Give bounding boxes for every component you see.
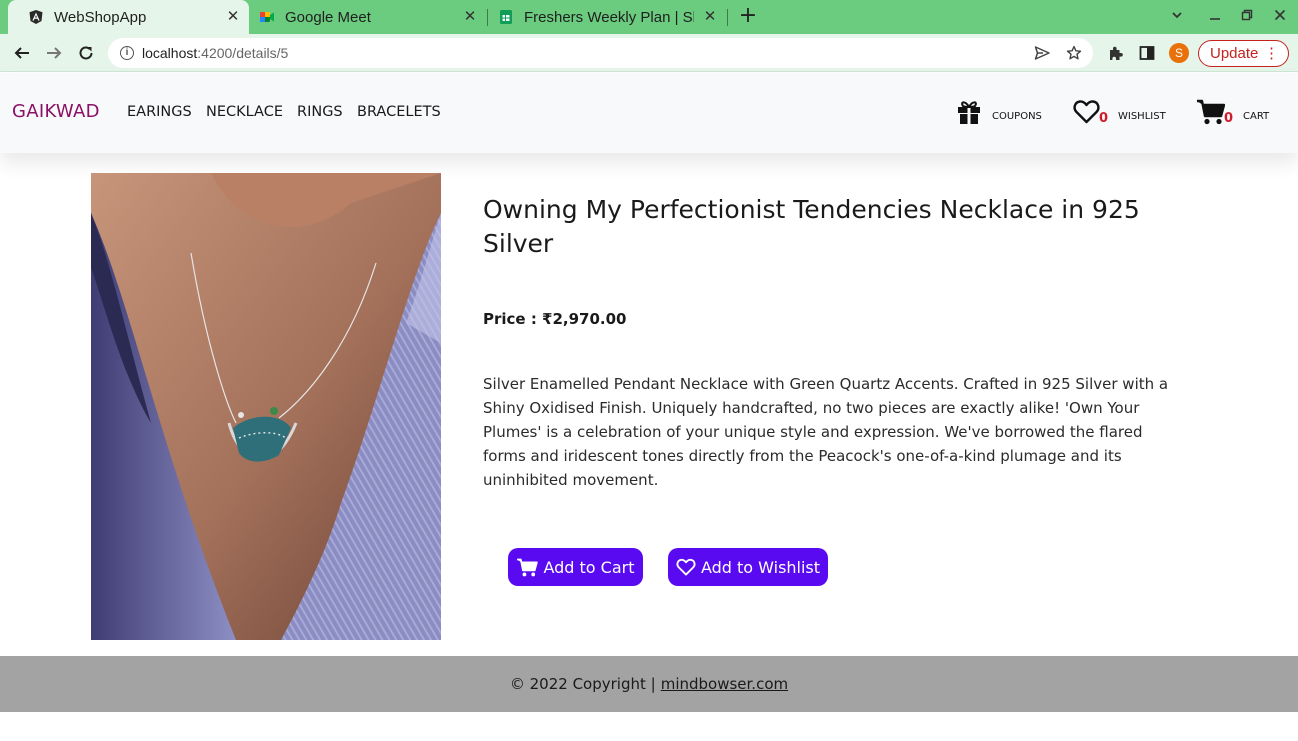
bookmark-star-icon[interactable] (1066, 45, 1082, 61)
profile-avatar[interactable]: S (1169, 43, 1189, 63)
tab-divider (727, 9, 728, 26)
update-button[interactable]: Update ⋮ (1198, 40, 1289, 67)
close-tab-icon[interactable]: ✕ (462, 9, 478, 25)
tab-title: Google Meet (285, 8, 371, 26)
brand-logo[interactable]: GAIKWAD (12, 101, 100, 122)
nav-rings[interactable]: RINGS (297, 104, 343, 120)
angular-icon (28, 9, 44, 25)
close-tab-icon[interactable]: ✕ (225, 9, 241, 25)
add-to-wishlist-label: Add to Wishlist (700, 557, 821, 577)
add-to-wishlist-button[interactable]: Add to Wishlist (668, 548, 828, 586)
coupons-label[interactable]: COUPONS (992, 111, 1042, 122)
browser-tab-bar: WebShopApp ✕ Google Meet ✕ Freshers Week… (0, 0, 1298, 34)
cart-count: 0 (1224, 111, 1234, 126)
add-to-cart-label: Add to Cart (543, 557, 635, 577)
google-meet-icon (259, 9, 275, 25)
browser-toolbar: i localhost:4200/details/5 S Update ⋮ (0, 34, 1298, 72)
forward-button[interactable] (43, 42, 65, 64)
nav-earings[interactable]: EARINGS (127, 104, 192, 120)
footer-link[interactable]: mindbowser.com (661, 675, 788, 693)
nav-necklace[interactable]: NECKLACE (206, 104, 283, 120)
address-bar[interactable]: i localhost:4200/details/5 (108, 38, 1093, 68)
site-info-icon[interactable]: i (120, 46, 134, 60)
product-price: Price : ₹2,970.00 (483, 310, 627, 328)
cart-icon[interactable] (1196, 99, 1226, 129)
close-tab-icon[interactable]: ✕ (702, 9, 718, 25)
product-description: Silver Enamelled Pendant Necklace with G… (483, 375, 1169, 489)
add-to-cart-button[interactable]: Add to Cart (508, 548, 643, 586)
product-title: Owning My Perfectionist Tendencies Neckl… (483, 195, 1140, 258)
heart-icon (676, 558, 696, 576)
back-button[interactable] (11, 42, 33, 64)
heart-icon[interactable] (1073, 99, 1100, 128)
wishlist-label[interactable]: WISHLIST (1118, 111, 1166, 122)
tab-search-icon[interactable] (1168, 8, 1186, 26)
tab-google-meet[interactable]: Google Meet ✕ (250, 0, 486, 34)
site-header: GAIKWAD EARINGS NECKLACE RINGS BRACELETS… (0, 73, 1298, 153)
google-sheets-icon (498, 9, 514, 25)
new-tab-button[interactable]: + (737, 5, 759, 28)
tab-freshers-weekly-plan[interactable]: Freshers Weekly Plan | Sh ✕ (488, 0, 726, 34)
cart-icon (517, 558, 539, 576)
reload-button[interactable] (75, 42, 97, 64)
restore-icon[interactable] (1238, 8, 1256, 26)
gift-icon[interactable] (956, 99, 982, 129)
cart-label[interactable]: CART (1243, 111, 1269, 122)
extensions-icon[interactable] (1104, 42, 1126, 64)
tab-webshopapp[interactable]: WebShopApp ✕ (8, 0, 249, 34)
product-image (91, 173, 441, 640)
nav-bracelets[interactable]: BRACELETS (357, 104, 441, 120)
minimize-icon[interactable] (1206, 8, 1224, 26)
wishlist-count: 0 (1099, 111, 1109, 126)
close-window-icon[interactable] (1271, 8, 1289, 26)
tab-title: Freshers Weekly Plan | Sh (524, 8, 694, 26)
footer: © 2022 Copyright | mindbowser.com (0, 656, 1298, 712)
more-menu-icon[interactable]: ⋮ (1264, 45, 1279, 62)
footer-copyright: © 2022 Copyright | (509, 675, 656, 693)
send-icon[interactable] (1034, 45, 1050, 61)
tab-title: WebShopApp (54, 8, 147, 26)
url-text[interactable]: localhost:4200/details/5 (142, 45, 288, 61)
side-panel-icon[interactable] (1136, 42, 1158, 64)
